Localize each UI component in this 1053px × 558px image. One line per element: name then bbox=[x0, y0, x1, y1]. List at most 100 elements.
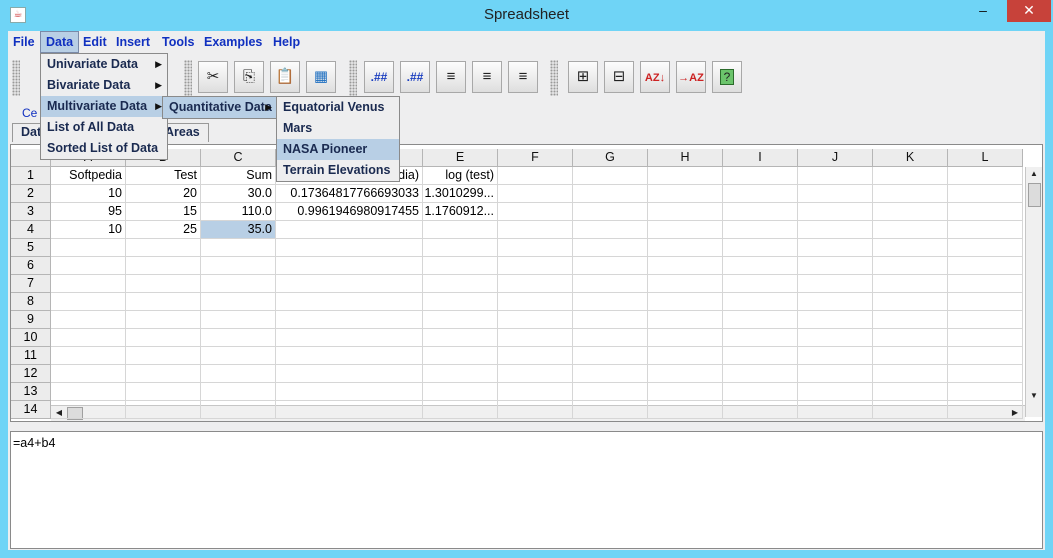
column-header[interactable]: I bbox=[723, 149, 798, 167]
grid-cell[interactable] bbox=[648, 239, 723, 257]
grid-cell[interactable] bbox=[723, 401, 798, 419]
grid-cell[interactable] bbox=[498, 311, 573, 329]
grid-cell[interactable] bbox=[573, 275, 648, 293]
grid-cell[interactable] bbox=[126, 347, 201, 365]
grid-cell[interactable] bbox=[423, 293, 498, 311]
grid-cell[interactable] bbox=[723, 257, 798, 275]
grid-cell[interactable] bbox=[126, 293, 201, 311]
grid-cell[interactable] bbox=[873, 365, 948, 383]
grid-cell[interactable] bbox=[498, 383, 573, 401]
grid-cell[interactable] bbox=[573, 365, 648, 383]
grid-cell[interactable] bbox=[498, 275, 573, 293]
grid-cell[interactable] bbox=[126, 239, 201, 257]
grid-cell[interactable] bbox=[723, 185, 798, 203]
toolbar-grip[interactable] bbox=[550, 60, 558, 96]
grid-cell[interactable] bbox=[798, 347, 873, 365]
grid-cell[interactable] bbox=[648, 257, 723, 275]
grid-cell[interactable] bbox=[573, 167, 648, 185]
row-header[interactable]: 5 bbox=[11, 239, 51, 257]
grid-cell[interactable] bbox=[873, 401, 948, 419]
menu-item-terrain-elevations[interactable]: Terrain Elevations bbox=[277, 160, 399, 181]
menu-tools[interactable]: Tools bbox=[157, 31, 199, 53]
column-header[interactable]: F bbox=[498, 149, 573, 167]
row-header[interactable]: 6 bbox=[11, 257, 51, 275]
grid-cell[interactable] bbox=[873, 221, 948, 239]
grid-cell[interactable]: Sum bbox=[201, 167, 276, 185]
grid-cell[interactable] bbox=[648, 383, 723, 401]
grid-cell[interactable] bbox=[798, 275, 873, 293]
menu-file[interactable]: File bbox=[8, 31, 40, 53]
grid-cell[interactable] bbox=[873, 257, 948, 275]
column-header[interactable]: J bbox=[798, 149, 873, 167]
grid-cell[interactable] bbox=[51, 347, 126, 365]
grid-cell[interactable] bbox=[201, 347, 276, 365]
grid-cell[interactable] bbox=[423, 401, 498, 419]
column-header[interactable]: K bbox=[873, 149, 948, 167]
grid-cell[interactable] bbox=[276, 365, 423, 383]
grid-cell[interactable] bbox=[573, 311, 648, 329]
row-header[interactable]: 1 bbox=[11, 167, 51, 185]
grid-cell[interactable] bbox=[648, 203, 723, 221]
scroll-thumb[interactable] bbox=[1028, 183, 1041, 207]
grid-cell[interactable] bbox=[276, 221, 423, 239]
grid-cell[interactable] bbox=[648, 365, 723, 383]
column-header[interactable]: G bbox=[573, 149, 648, 167]
grid-cell[interactable] bbox=[948, 311, 1023, 329]
align-center-button[interactable]: ≡ bbox=[472, 61, 502, 93]
align-right-button[interactable]: ≡ bbox=[508, 61, 538, 93]
grid-cell[interactable] bbox=[573, 257, 648, 275]
row-header[interactable]: 3 bbox=[11, 203, 51, 221]
grid-cell[interactable] bbox=[948, 167, 1023, 185]
minimize-button[interactable]: – bbox=[969, 0, 997, 22]
formula-editor[interactable]: =a4+b4 bbox=[10, 431, 1043, 549]
decrease-decimals-button[interactable]: .## bbox=[364, 61, 394, 93]
grid-cell[interactable] bbox=[423, 257, 498, 275]
grid-cell[interactable]: Test bbox=[126, 167, 201, 185]
menu-item-sorted-list[interactable]: Sorted List of Data bbox=[41, 138, 167, 159]
column-header[interactable]: H bbox=[648, 149, 723, 167]
menu-item-equatorial-venus[interactable]: Equatorial Venus bbox=[277, 97, 399, 118]
grid-cell[interactable] bbox=[51, 257, 126, 275]
row-header[interactable]: 7 bbox=[11, 275, 51, 293]
row-header[interactable]: 10 bbox=[11, 329, 51, 347]
grid-cell[interactable]: 10 bbox=[51, 221, 126, 239]
grid-cell[interactable]: 0.9961946980917455 bbox=[276, 203, 423, 221]
grid-cell[interactable] bbox=[573, 185, 648, 203]
close-button[interactable]: ✕ bbox=[1007, 0, 1051, 22]
menu-data[interactable]: Data bbox=[40, 31, 80, 53]
grid-cell[interactable] bbox=[723, 203, 798, 221]
menu-item-mars[interactable]: Mars bbox=[277, 118, 399, 139]
grid-cell[interactable]: 0.17364817766693033 bbox=[276, 185, 423, 203]
grid-cell[interactable] bbox=[573, 347, 648, 365]
menu-item-univariate[interactable]: Univariate Data ▶ bbox=[41, 54, 167, 75]
row-header[interactable]: 8 bbox=[11, 293, 51, 311]
grid-cell[interactable] bbox=[423, 329, 498, 347]
grid-cell[interactable] bbox=[498, 221, 573, 239]
grid-cell[interactable] bbox=[948, 221, 1023, 239]
menu-examples[interactable]: Examples bbox=[199, 31, 267, 53]
grid-cell[interactable] bbox=[798, 257, 873, 275]
grid-cell[interactable] bbox=[648, 311, 723, 329]
grid-cell[interactable] bbox=[648, 347, 723, 365]
grid-cell[interactable] bbox=[873, 203, 948, 221]
grid-cell[interactable] bbox=[126, 311, 201, 329]
align-left-button[interactable]: ≡ bbox=[436, 61, 466, 93]
grid-cell[interactable] bbox=[423, 239, 498, 257]
increase-decimals-button[interactable]: .## bbox=[400, 61, 430, 93]
column-header[interactable]: C bbox=[201, 149, 276, 167]
paste-button[interactable]: 📋 bbox=[270, 61, 300, 93]
grid-cell[interactable] bbox=[573, 221, 648, 239]
grid-cell[interactable] bbox=[201, 383, 276, 401]
menu-item-multivariate[interactable]: Multivariate Data ▶ bbox=[41, 96, 167, 117]
grid-cell[interactable] bbox=[573, 293, 648, 311]
grid-cell[interactable]: 10 bbox=[51, 185, 126, 203]
cut-button[interactable]: ✂ bbox=[198, 61, 228, 93]
grid-cell[interactable] bbox=[873, 383, 948, 401]
row-header[interactable]: 14 bbox=[11, 401, 51, 419]
grid-cell[interactable]: Softpedia bbox=[51, 167, 126, 185]
grid-cell[interactable] bbox=[126, 275, 201, 293]
menu-item-nasa-pioneer[interactable]: NASA Pioneer bbox=[277, 139, 399, 160]
grid-cell[interactable] bbox=[873, 239, 948, 257]
column-header[interactable]: E bbox=[423, 149, 498, 167]
row-header[interactable]: 9 bbox=[11, 311, 51, 329]
